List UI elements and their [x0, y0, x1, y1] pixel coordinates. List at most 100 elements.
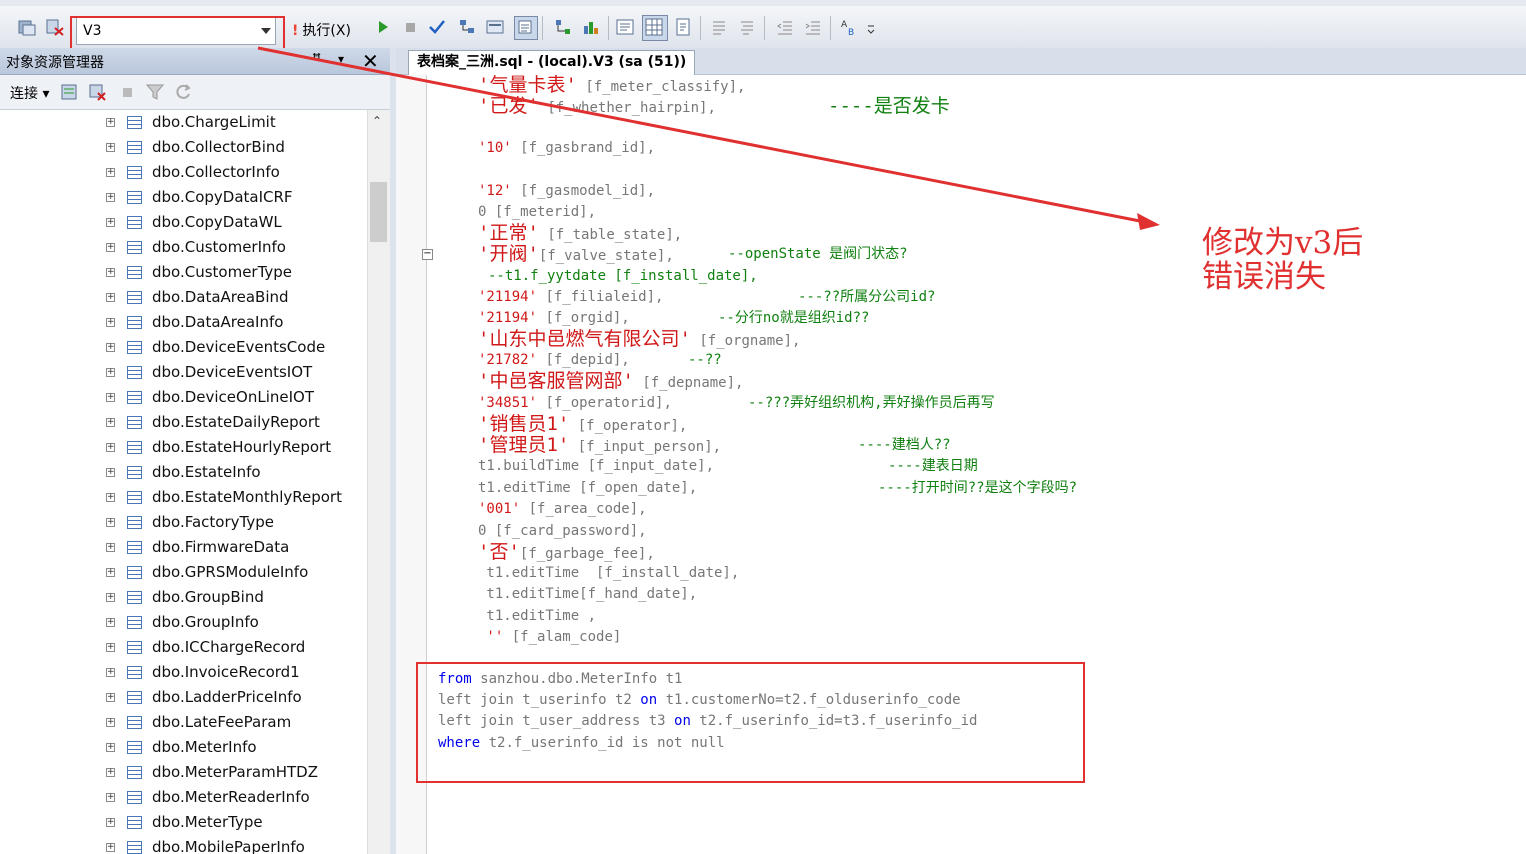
code-line: t1.editTime[f_hand_date], [478, 586, 698, 602]
query-highlight-box [416, 662, 1085, 783]
tree-item-label: dbo.FactoryType [152, 513, 274, 531]
code-comment: ---??所属分公司id? [798, 289, 936, 305]
expand-icon[interactable]: + [106, 743, 115, 752]
tree-item-label: dbo.InvoiceRecord1 [152, 663, 300, 681]
window-position-icon[interactable]: ▾ [338, 52, 344, 66]
filter-icon[interactable] [145, 83, 165, 101]
expand-icon[interactable]: + [106, 143, 115, 152]
code-line: '已发' [f_whether_hairpin], [478, 95, 716, 117]
expand-icon[interactable]: + [106, 668, 115, 677]
expand-icon[interactable]: + [106, 393, 115, 402]
parse-check-icon[interactable] [428, 18, 446, 36]
refresh-icon[interactable] [174, 83, 192, 101]
tab-query-file[interactable]: 表档案_三洲.sql - (local).V3 (sa (51)) [408, 50, 696, 75]
expand-icon[interactable]: + [106, 443, 115, 452]
decrease-indent-icon[interactable] [776, 18, 794, 36]
expand-icon[interactable]: + [106, 718, 115, 727]
toolbar-overflow-icon[interactable] [866, 18, 876, 36]
disconnect-icon[interactable] [88, 83, 106, 101]
expand-icon[interactable]: + [106, 368, 115, 377]
annotation-line-1: 修改为v3后 [1202, 225, 1364, 261]
tree-item-label: dbo.ChargeLimit [152, 113, 276, 131]
code-line: '' [f_alam_code] [478, 629, 622, 645]
expand-icon[interactable]: + [106, 218, 115, 227]
expand-icon[interactable]: + [106, 243, 115, 252]
stop-icon[interactable] [402, 18, 420, 36]
svg-text:A: A [841, 20, 848, 30]
include-plan-icon[interactable] [554, 18, 572, 36]
expand-icon[interactable]: + [106, 168, 115, 177]
table-icon [127, 691, 142, 704]
tree-item-label: dbo.DeviceOnLineIOT [152, 388, 314, 406]
expand-icon[interactable]: + [106, 818, 115, 827]
collapse-region-icon[interactable]: − [422, 249, 433, 260]
expand-icon[interactable]: + [106, 843, 115, 852]
table-icon [127, 366, 142, 379]
code-comment: --???弄好组织机构,弄好操作员后再写 [748, 395, 995, 411]
table-icon [127, 291, 142, 304]
expand-icon[interactable]: + [106, 618, 115, 627]
estimated-plan-icon[interactable] [458, 18, 476, 36]
connect-icon[interactable] [18, 18, 36, 36]
query-options-icon[interactable] [486, 18, 504, 36]
expand-icon[interactable]: + [106, 418, 115, 427]
connect-dropdown[interactable]: 连接 ▾ [10, 83, 49, 103]
change-connection-icon[interactable] [46, 18, 64, 36]
increase-indent-icon[interactable] [804, 18, 822, 36]
table-icon [127, 116, 142, 129]
table-icon [127, 191, 142, 204]
code-line: '12' [f_gasmodel_id], [478, 183, 656, 199]
scrollbar-thumb[interactable] [370, 182, 387, 242]
table-icon [127, 491, 142, 504]
tree-item-label: dbo.MeterType [152, 813, 263, 831]
tree-item-label: dbo.CollectorInfo [152, 163, 280, 181]
table-icon [127, 541, 142, 554]
expand-icon[interactable]: + [106, 693, 115, 702]
table-icon [127, 216, 142, 229]
expand-icon[interactable]: + [106, 493, 115, 502]
expand-icon[interactable]: + [106, 293, 115, 302]
expand-icon[interactable]: + [106, 793, 115, 802]
expand-icon[interactable]: + [106, 343, 115, 352]
expand-icon[interactable]: + [106, 118, 115, 127]
expand-icon[interactable]: + [106, 568, 115, 577]
results-to-text-icon[interactable] [514, 16, 538, 40]
expand-icon[interactable]: + [106, 768, 115, 777]
stop-icon[interactable] [120, 83, 138, 101]
exclamation-icon: ! [292, 23, 299, 39]
connect-server-icon[interactable] [60, 83, 78, 101]
code-line: '21782' [f_depid], [478, 352, 630, 368]
results-to-text-icon[interactable] [616, 18, 634, 36]
expand-icon[interactable]: + [106, 518, 115, 527]
results-to-file-icon[interactable] [674, 18, 692, 36]
code-comment: ----是否发卡 [828, 95, 950, 117]
table-icon [127, 591, 142, 604]
expand-icon[interactable]: + [106, 643, 115, 652]
close-icon[interactable]: ✕ [362, 49, 379, 73]
expand-icon[interactable]: + [106, 193, 115, 202]
table-icon [127, 266, 142, 279]
toolbar-separator [830, 16, 831, 40]
table-icon [127, 316, 142, 329]
comment-lines-icon[interactable] [710, 18, 728, 36]
object-explorer-scrollbar[interactable]: ⌃ [367, 110, 390, 854]
tree-item-label: dbo.CollectorBind [152, 138, 285, 156]
expand-icon[interactable]: + [106, 268, 115, 277]
expand-icon[interactable]: + [106, 318, 115, 327]
code-line: '气量卡表' [f_meter_classify], [478, 74, 746, 96]
debug-play-icon[interactable] [374, 18, 392, 36]
tree-item-label: dbo.CopyDataWL [152, 213, 282, 231]
uncomment-lines-icon[interactable] [738, 18, 756, 36]
expand-icon[interactable]: + [106, 593, 115, 602]
specify-template-values-icon[interactable]: AB [840, 18, 858, 38]
tree-item-label: dbo.MobilePaperInfo [152, 838, 305, 854]
pin-icon[interactable]: ꟸ [312, 50, 321, 69]
client-statistics-icon[interactable] [582, 18, 600, 36]
execute-button[interactable]: ! 执行(X) [292, 20, 351, 40]
expand-icon[interactable]: + [106, 468, 115, 477]
results-to-grid-icon[interactable] [642, 15, 668, 41]
scroll-up-icon[interactable]: ⌃ [372, 114, 382, 128]
code-line: t1.buildTime [f_input_date], [478, 458, 715, 474]
expand-icon[interactable]: + [106, 543, 115, 552]
object-explorer-tree: + dbo.ChargeLimit + dbo.CollectorBind + dbo.C… [0, 110, 367, 854]
